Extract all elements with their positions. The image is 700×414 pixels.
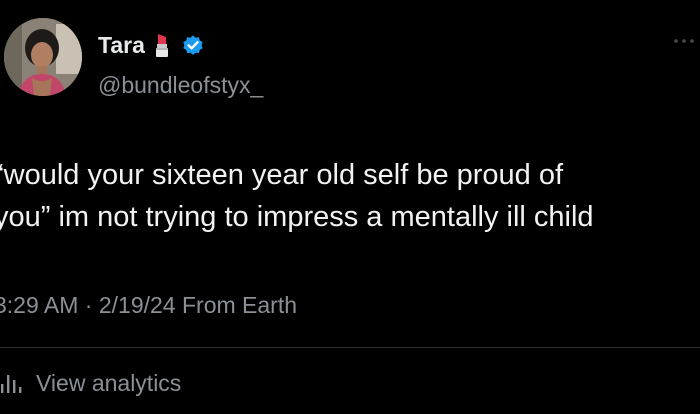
tweet-time[interactable]: 3:29 AM xyxy=(0,292,78,318)
tweet-card: Tara @bundleofstyx_ “would your sixteen … xyxy=(0,0,700,414)
tweet-meta: 3:29 AM · 2/19/24 From Earth xyxy=(0,290,297,320)
avatar[interactable] xyxy=(4,18,82,96)
author-handle[interactable]: @bundleofstyx_ xyxy=(98,70,263,100)
divider xyxy=(0,347,700,348)
lipstick-emoji-icon xyxy=(151,32,173,58)
tweet-source: From Earth xyxy=(181,292,298,318)
avatar-photo xyxy=(4,18,82,96)
tweet-date[interactable]: 2/19/24 xyxy=(99,292,176,318)
meta-separator: · xyxy=(78,292,99,318)
tweet-text: “would your sixteen year old self be pro… xyxy=(0,159,594,233)
bar-chart-icon xyxy=(0,371,24,395)
view-analytics-link[interactable]: View analytics xyxy=(0,368,181,398)
author-name-row: Tara xyxy=(98,30,205,60)
verified-badge-icon[interactable] xyxy=(181,33,205,57)
more-options-icon[interactable] xyxy=(672,34,696,46)
view-analytics-label: View analytics xyxy=(36,370,182,396)
display-name[interactable]: Tara xyxy=(98,30,145,60)
